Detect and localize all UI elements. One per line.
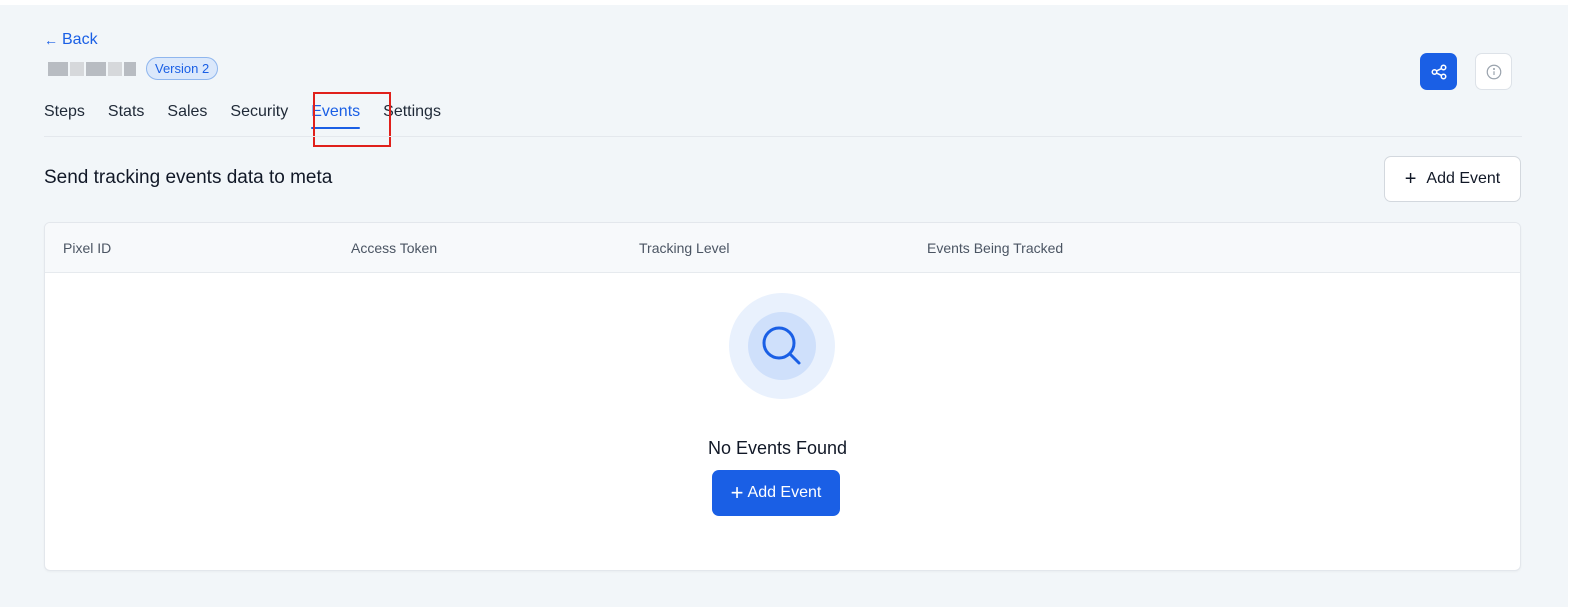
- page: ← Back Version 2 Steps Stats Sales Secur…: [0, 5, 1568, 607]
- empty-state-message: No Events Found: [707, 438, 848, 458]
- add-event-label: Add Event: [1426, 170, 1501, 187]
- add-event-primary-button[interactable]: + Add Event: [712, 470, 840, 516]
- info-icon: [1486, 64, 1501, 79]
- column-access-token: Access Token: [351, 240, 438, 256]
- share-icon: [1431, 64, 1446, 79]
- back-label: Back: [62, 31, 98, 48]
- table-header: Pixel ID Access Token Tracking Level Eve…: [45, 223, 1520, 273]
- tab-sales[interactable]: Sales: [167, 100, 207, 135]
- share-button[interactable]: [1420, 53, 1457, 90]
- highlight-box: [313, 92, 391, 147]
- plus-icon: +: [730, 480, 744, 505]
- back-link[interactable]: ← Back: [44, 31, 98, 49]
- arrow-left-icon: ←: [44, 32, 58, 48]
- title-row: Version 2: [48, 57, 219, 80]
- tab-stats[interactable]: Stats: [108, 100, 144, 135]
- events-table: Pixel ID Access Token Tracking Level Eve…: [44, 222, 1521, 571]
- empty-state-illustration: [729, 293, 835, 399]
- info-button[interactable]: [1475, 53, 1512, 90]
- plus-icon: +: [1404, 168, 1417, 190]
- add-event-primary-label: Add Event: [747, 484, 822, 501]
- column-events-tracked: Events Being Tracked: [927, 240, 1064, 256]
- add-event-button[interactable]: + Add Event: [1384, 156, 1521, 202]
- tabs-divider: [44, 136, 1522, 137]
- section-title: Send tracking events data to meta: [44, 167, 333, 188]
- search-icon: [762, 326, 801, 365]
- column-tracking-level: Tracking Level: [639, 240, 730, 256]
- version-badge: Version 2: [146, 57, 219, 80]
- tab-settings[interactable]: Settings: [383, 100, 441, 135]
- tab-bar: Steps Stats Sales Security Events Settin…: [44, 100, 464, 135]
- empty-state: No Events Found + Add Event: [45, 273, 1520, 570]
- column-pixel-id: Pixel ID: [63, 240, 112, 256]
- tab-steps[interactable]: Steps: [44, 100, 85, 135]
- redacted-funnel-name: [48, 61, 136, 76]
- tab-security[interactable]: Security: [230, 100, 288, 135]
